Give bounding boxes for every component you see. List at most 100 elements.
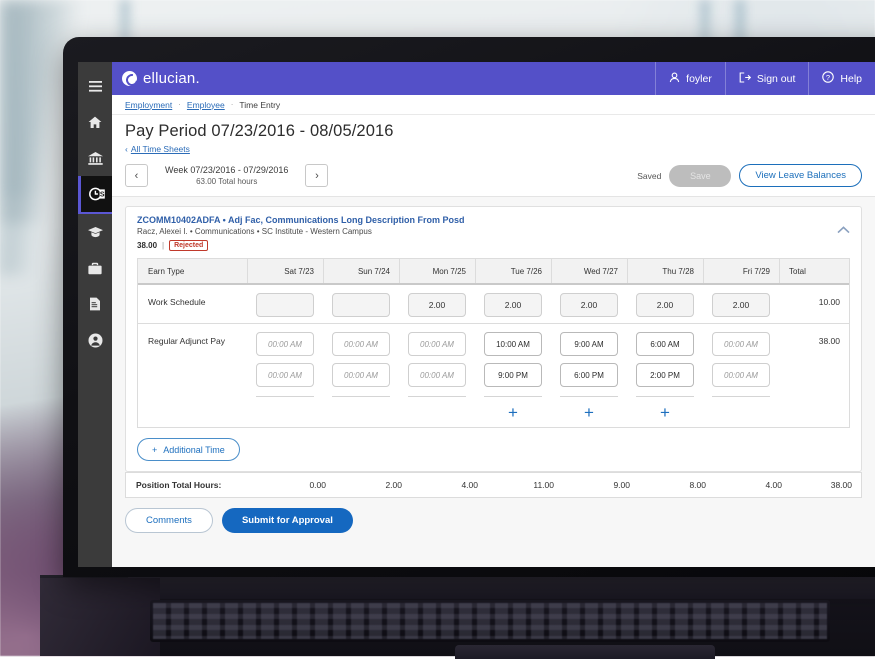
position-totals-row: Position Total Hours: 0.00 2.00 4.00 11.… — [125, 472, 862, 498]
week-navigation-bar: ‹ Week 07/23/2016 - 07/29/2016 63.00 Tot… — [112, 164, 875, 197]
user-icon — [669, 72, 680, 86]
work-schedule-input[interactable] — [256, 293, 314, 317]
work-schedule-cell-thu: 2.00 — [627, 285, 703, 323]
start-time-input[interactable]: 00:00 AM — [712, 332, 770, 356]
work-schedule-input[interactable]: 2.00 — [484, 293, 542, 317]
start-time-input[interactable]: 00:00 AM — [408, 332, 466, 356]
all-time-sheets-link[interactable]: ‹ All Time Sheets — [125, 144, 190, 154]
work-schedule-input[interactable]: 2.00 — [712, 293, 770, 317]
week-bar-actions: Saved Save View Leave Balances — [637, 164, 862, 187]
sidebar-item-employment[interactable] — [78, 250, 112, 286]
timesheet-scroll-area: ZCOMM10402ADFA • Adj Fac, Communications… — [112, 197, 875, 567]
sidebar-item-documents[interactable] — [78, 286, 112, 322]
chevron-left-icon: ‹ — [135, 170, 139, 182]
adjunct-pay-cell-mon: 00:00 AM 00:00 AM — [399, 324, 475, 427]
column-header-sun: Sun 7/24 — [323, 259, 399, 283]
column-header-mon: Mon 7/25 — [399, 259, 475, 283]
menu-icon — [89, 81, 102, 92]
help-button[interactable]: ? Help — [808, 62, 875, 95]
start-time-input[interactable]: 10:00 AM — [484, 332, 542, 356]
laptop-trackpad — [455, 645, 715, 659]
document-icon — [89, 297, 101, 311]
navigation-sidebar: S — [78, 62, 112, 567]
position-employee-line: Racz, Alexei I. • Communications • SC In… — [137, 227, 465, 236]
regular-adjunct-pay-row: Regular Adjunct Pay 00:00 AM 00:00 AM 00… — [138, 324, 849, 427]
chevron-left-icon: ‹ — [125, 144, 128, 154]
adjunct-pay-cell-sun: 00:00 AM 00:00 AM — [323, 324, 399, 427]
sidebar-item-finance[interactable] — [78, 140, 112, 176]
position-hours: 38.00 — [137, 241, 157, 250]
end-time-input[interactable]: 6:00 PM — [560, 363, 618, 387]
week-total-hours-label: 63.00 Total hours — [165, 177, 288, 186]
adjunct-pay-cell-thu: 6:00 AM 2:00 PM + — [627, 324, 703, 427]
week-range-label: Week 07/23/2016 - 07/29/2016 — [165, 165, 288, 175]
cell-divider — [560, 396, 618, 397]
person-icon — [88, 333, 103, 348]
work-schedule-input[interactable]: 2.00 — [636, 293, 694, 317]
comments-button[interactable]: Comments — [125, 508, 213, 533]
start-time-input[interactable]: 6:00 AM — [636, 332, 694, 356]
breadcrumb-item-time-entry: Time Entry — [239, 100, 280, 110]
start-time-input[interactable]: 00:00 AM — [256, 332, 314, 356]
additional-time-wrap: + Additional Time — [126, 438, 861, 471]
additional-time-button[interactable]: + Additional Time — [137, 438, 240, 461]
sidebar-item-menu[interactable] — [78, 68, 112, 104]
position-totals-label: Position Total Hours: — [126, 480, 259, 490]
cell-divider — [484, 396, 542, 397]
end-time-input[interactable]: 00:00 AM — [332, 363, 390, 387]
collapse-position-button[interactable] — [837, 215, 850, 239]
column-header-fri: Fri 7/29 — [703, 259, 779, 283]
breadcrumb-item-employee[interactable]: Employee — [187, 100, 225, 110]
previous-week-button[interactable]: ‹ — [125, 164, 148, 187]
start-time-input[interactable]: 9:00 AM — [560, 332, 618, 356]
sidebar-item-student[interactable] — [78, 214, 112, 250]
sidebar-item-time-entry[interactable]: S — [78, 176, 112, 212]
end-time-input[interactable]: 00:00 AM — [256, 363, 314, 387]
laptop-keyboard — [150, 600, 830, 642]
cell-divider — [256, 396, 314, 397]
end-time-input[interactable]: 00:00 AM — [712, 363, 770, 387]
top-bar-actions: foyler Sign out — [655, 62, 875, 95]
content-area: ellucian. foyler — [112, 62, 875, 567]
user-name-label: foyler — [686, 73, 712, 85]
next-week-button[interactable]: › — [305, 164, 328, 187]
position-title[interactable]: ZCOMM10402ADFA • Adj Fac, Communications… — [137, 215, 465, 225]
timesheet-grid: Earn Type Sat 7/23 Sun 7/24 Mon 7/25 Tue… — [137, 258, 850, 428]
view-leave-balances-button[interactable]: View Leave Balances — [739, 164, 862, 187]
work-schedule-cell-mon: 2.00 — [399, 285, 475, 323]
ellucian-logo[interactable]: ellucian. — [122, 70, 200, 87]
week-info: Week 07/23/2016 - 07/29/2016 63.00 Total… — [148, 165, 305, 186]
save-button[interactable]: Save — [669, 165, 731, 187]
start-time-input[interactable]: 00:00 AM — [332, 332, 390, 356]
breadcrumb-item-employment[interactable]: Employment — [125, 100, 172, 110]
help-label: Help — [840, 73, 862, 85]
saved-status-label: Saved — [637, 171, 661, 181]
cell-divider — [408, 396, 466, 397]
position-meta-separator: | — [162, 241, 164, 250]
work-schedule-input[interactable]: 2.00 — [408, 293, 466, 317]
svg-text:S: S — [99, 192, 104, 199]
work-schedule-input[interactable] — [332, 293, 390, 317]
add-time-slot-button[interactable]: + — [660, 404, 670, 421]
position-total-wed: 9.00 — [563, 480, 639, 490]
laptop-screen: S — [78, 62, 875, 567]
add-time-slot-button[interactable]: + — [584, 404, 594, 421]
adjunct-pay-cell-wed: 9:00 AM 6:00 PM + — [551, 324, 627, 427]
end-time-input[interactable]: 9:00 PM — [484, 363, 542, 387]
add-time-slot-button[interactable]: + — [508, 404, 518, 421]
sidebar-item-profile[interactable] — [78, 322, 112, 358]
position-total-sun: 2.00 — [335, 480, 411, 490]
all-time-sheets-label: All Time Sheets — [131, 144, 190, 154]
end-time-input[interactable]: 00:00 AM — [408, 363, 466, 387]
page-header: Pay Period 07/23/2016 - 08/05/2016 ‹ All… — [112, 115, 875, 154]
regular-adjunct-pay-total: 38.00 — [779, 324, 849, 427]
end-time-input[interactable]: 2:00 PM — [636, 363, 694, 387]
sign-out-button[interactable]: Sign out — [725, 62, 809, 95]
breadcrumb-separator: · — [178, 100, 181, 109]
adjunct-pay-cell-sat: 00:00 AM 00:00 AM — [247, 324, 323, 427]
user-menu-button[interactable]: foyler — [655, 62, 725, 95]
submit-for-approval-button[interactable]: Submit for Approval — [222, 508, 353, 533]
sidebar-item-home[interactable] — [78, 104, 112, 140]
position-card-info: ZCOMM10402ADFA • Adj Fac, Communications… — [137, 215, 465, 251]
work-schedule-input[interactable]: 2.00 — [560, 293, 618, 317]
